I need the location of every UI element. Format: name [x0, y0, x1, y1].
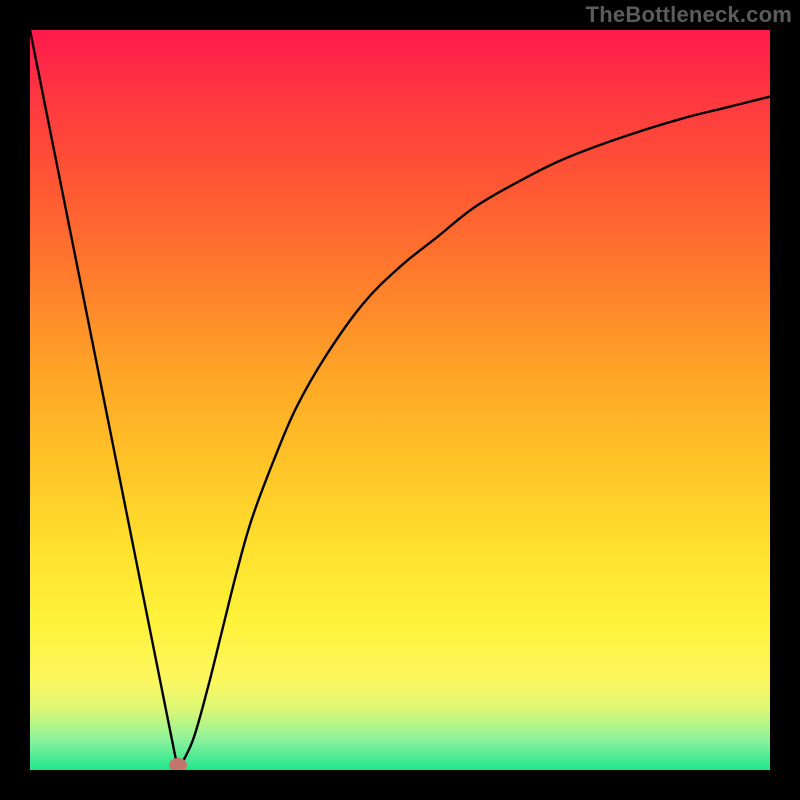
watermark-text: TheBottleneck.com: [586, 2, 792, 28]
plot-area: [30, 30, 770, 770]
curve-svg: [30, 30, 770, 770]
chart-frame: TheBottleneck.com: [0, 0, 800, 800]
bottleneck-curve: [30, 30, 770, 770]
